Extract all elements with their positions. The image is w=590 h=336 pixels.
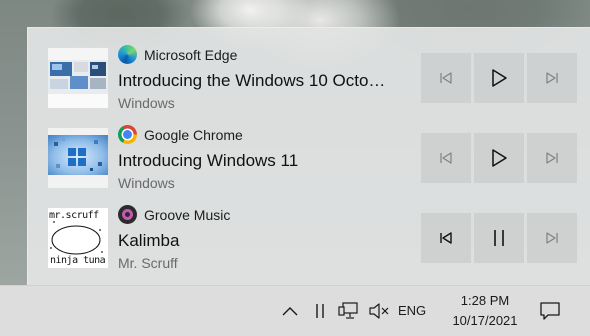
next-track-button[interactable] [527, 133, 577, 183]
skip-previous-icon [440, 152, 452, 164]
network-icon [338, 302, 358, 319]
skip-previous-icon [440, 232, 452, 244]
app-name: Google Chrome [144, 127, 243, 143]
clock-date[interactable]: 10/17/2021 [440, 313, 530, 328]
play-icon [492, 69, 507, 87]
play-icon [492, 149, 507, 167]
taskbar: ENG 1:28 PM 10/17/2021 [0, 285, 590, 336]
media-session-edge: Microsoft Edge Introducing the Windows 1… [28, 28, 590, 111]
previous-track-button[interactable] [421, 133, 471, 183]
edge-icon [118, 45, 137, 64]
skip-next-icon [546, 152, 558, 164]
media-subtitle: Mr. Scruff [118, 255, 178, 271]
network-button[interactable] [336, 298, 362, 324]
media-thumbnail [48, 128, 108, 188]
action-center-button[interactable] [536, 297, 564, 325]
next-track-button[interactable] [527, 53, 577, 103]
media-title: Kalimba [118, 231, 180, 250]
volume-muted-icon [369, 303, 389, 319]
app-name: Groove Music [144, 207, 231, 223]
volume-button[interactable] [366, 298, 392, 324]
skip-previous-icon [440, 72, 452, 84]
chrome-icon [118, 125, 137, 144]
media-controls-flyout: Microsoft Edge Introducing the Windows 1… [27, 27, 590, 286]
pause-icon [494, 230, 504, 246]
next-track-button[interactable] [527, 213, 577, 263]
play-button[interactable] [474, 133, 524, 183]
media-thumbnail [48, 48, 108, 108]
skip-next-icon [546, 72, 558, 84]
media-tray-button[interactable] [308, 299, 332, 323]
skip-next-icon [546, 232, 558, 244]
app-name: Microsoft Edge [144, 47, 238, 63]
previous-track-button[interactable] [421, 213, 471, 263]
play-button[interactable] [474, 53, 524, 103]
media-title: Introducing Windows 11 [118, 151, 299, 170]
album-art: mr.scruff ninja tuna [48, 208, 108, 268]
album-art-label-bottom: ninja tuna [50, 255, 106, 266]
previous-track-button[interactable] [421, 53, 471, 103]
media-session-chrome: Google Chrome Introducing Windows 11 Win… [28, 108, 590, 191]
input-language-indicator[interactable]: ENG [398, 303, 426, 318]
show-hidden-icons-button[interactable] [278, 299, 302, 323]
pause-button[interactable] [474, 213, 524, 263]
media-pause-icon [316, 304, 324, 318]
media-title: Introducing the Windows 10 Octo… [118, 71, 386, 90]
media-session-groove-music: mr.scruff ninja tuna Groove Music Kalimb… [28, 188, 590, 271]
action-center-icon [540, 302, 560, 320]
clock-time[interactable]: 1:28 PM [450, 293, 520, 308]
chevron-up-icon [282, 307, 298, 316]
album-art-label-top: mr.scruff [49, 210, 99, 221]
groove-music-icon [118, 205, 137, 224]
